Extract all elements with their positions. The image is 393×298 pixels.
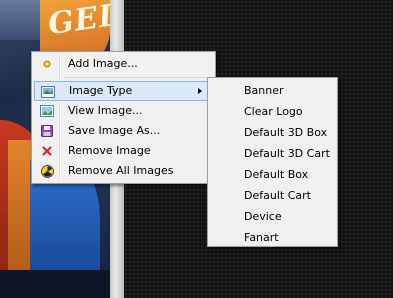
submenu-item-default-3d-box[interactable]: Default 3D Box — [210, 122, 335, 143]
menu-item-label: Add Image... — [68, 57, 138, 70]
submenu-arrow-icon — [198, 88, 202, 94]
menu-item-remove-all-images[interactable]: Remove All Images — [34, 161, 213, 181]
radioactive-icon — [40, 164, 54, 178]
submenu-item-clear-logo[interactable]: Clear Logo — [210, 101, 335, 122]
submenu-item-default-box[interactable]: Default Box — [210, 164, 335, 185]
menu-item-view-image[interactable]: View Image... — [34, 101, 213, 121]
menu-item-save-image-as[interactable]: Save Image As... — [34, 121, 213, 141]
menu-separator — [64, 77, 211, 78]
submenu-item-banner[interactable]: Banner — [210, 80, 335, 101]
image-context-menu: Add Image... Image Type View Image... Sa… — [31, 51, 216, 184]
image-type-icon — [41, 85, 55, 99]
image-type-submenu: Banner Clear Logo Default 3D Box Default… — [207, 77, 338, 247]
cabinet-base — [0, 270, 110, 298]
menu-item-label: Image Type — [69, 84, 133, 97]
submenu-item-default-3d-cart[interactable]: Default 3D Cart — [210, 143, 335, 164]
save-icon — [40, 124, 54, 138]
menu-item-label: Save Image As... — [68, 124, 161, 137]
remove-icon — [40, 144, 54, 158]
submenu-item-default-cart[interactable]: Default Cart — [210, 185, 335, 206]
menu-item-label: Remove All Images — [68, 164, 174, 177]
menu-item-image-type[interactable]: Image Type — [34, 81, 213, 101]
view-image-icon — [40, 104, 54, 118]
menu-item-add-image[interactable]: Add Image... — [34, 54, 213, 74]
menu-item-label: Remove Image — [68, 144, 151, 157]
menu-item-remove-image[interactable]: Remove Image — [34, 141, 213, 161]
submenu-item-fanart[interactable]: Fanart — [210, 227, 335, 248]
submenu-item-device[interactable]: Device — [210, 206, 335, 227]
menu-item-label: View Image... — [68, 104, 143, 117]
add-image-icon — [40, 57, 54, 71]
